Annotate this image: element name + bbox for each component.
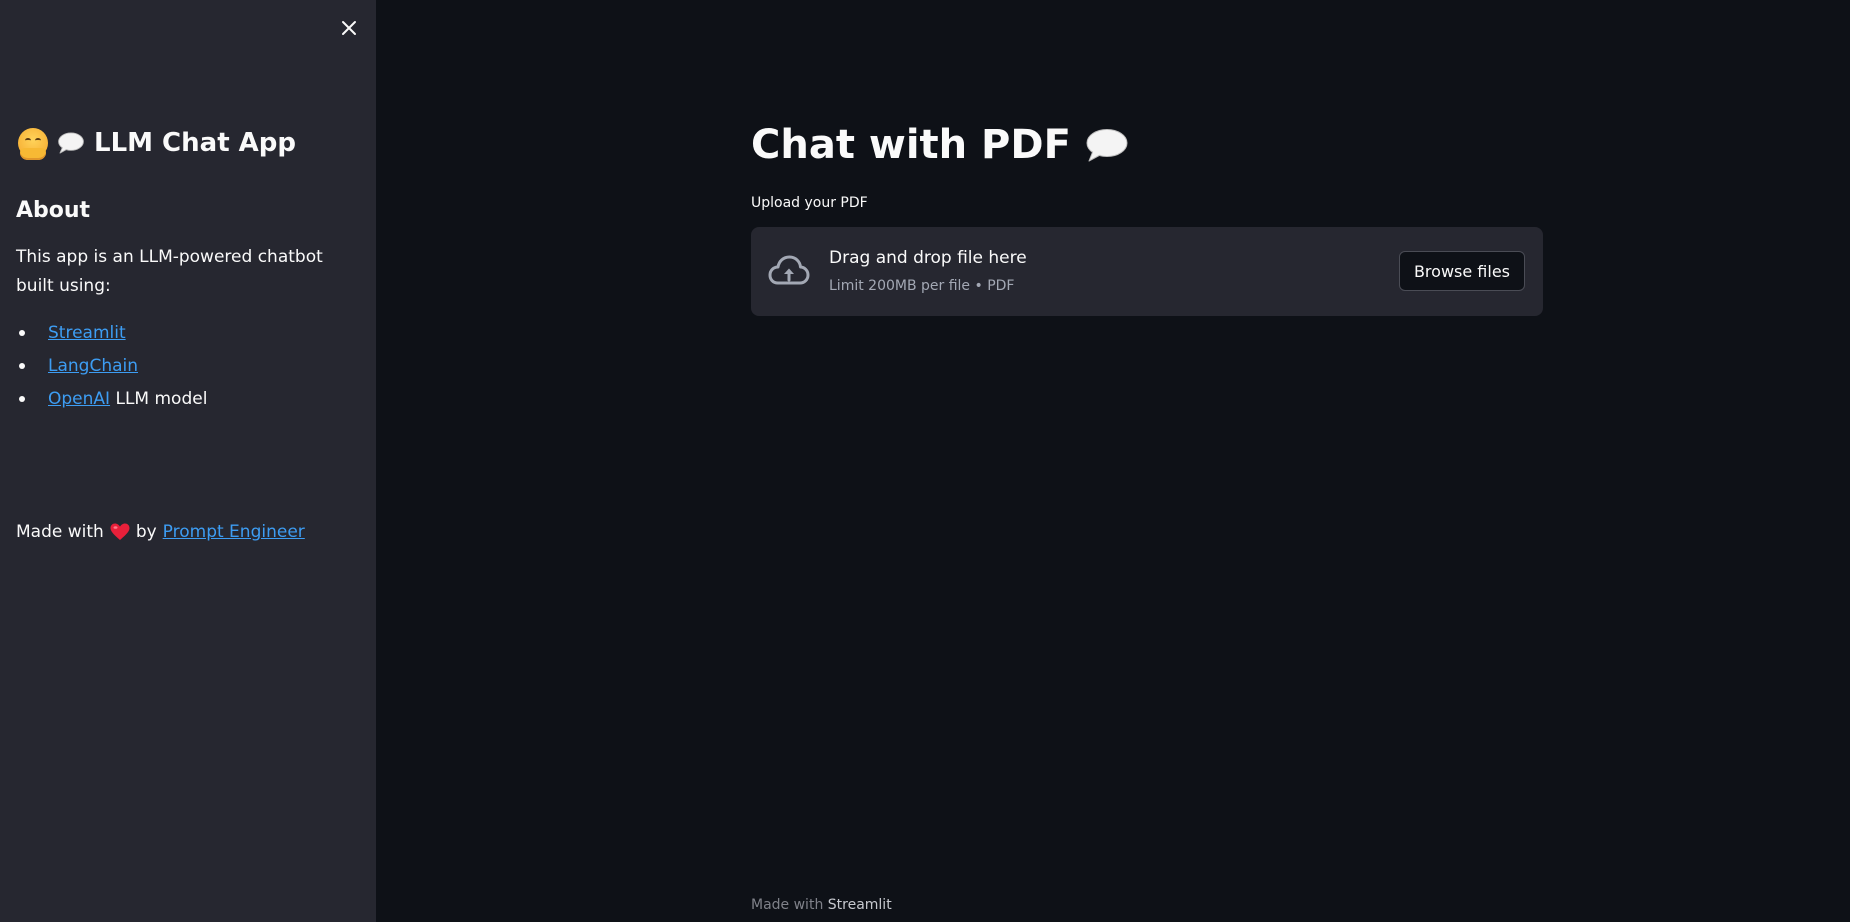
openai-link[interactable]: OpenAI xyxy=(48,389,110,409)
dropzone-limit: Limit 200MB per file • PDF xyxy=(829,278,1015,294)
main-content: Chat with PDF Upload your PDF Drag and d… xyxy=(376,0,1850,922)
langchain-link[interactable]: LangChain xyxy=(48,356,138,376)
speech-bubble-icon xyxy=(1086,129,1128,162)
list-item: LangChain xyxy=(16,353,207,386)
dropzone-title: Drag and drop file here xyxy=(829,248,1027,268)
footer-prefix: Made with xyxy=(751,897,824,913)
speech-bubble-icon xyxy=(58,132,84,154)
list-item-suffix: LLM model xyxy=(110,389,208,409)
streamlit-footer-link[interactable]: Streamlit xyxy=(828,897,892,913)
page-title: Chat with PDF xyxy=(751,122,1129,168)
about-text: This app is an LLM-powered chatbot built… xyxy=(16,247,323,296)
upload-label: Upload your PDF xyxy=(751,195,868,211)
list-item: Streamlit xyxy=(16,320,207,353)
page-title-text: Chat with PDF xyxy=(751,122,1071,168)
made-with-credit: Made with by Prompt Engineer xyxy=(16,522,305,542)
made-with-prefix: Made with xyxy=(16,522,104,542)
sidebar-title-text: LLM Chat App xyxy=(94,128,297,158)
footer: Made with Streamlit xyxy=(751,897,892,913)
cloud-upload-icon xyxy=(768,255,810,285)
close-sidebar-button[interactable] xyxy=(334,13,364,43)
list-item: OpenAI LLM model xyxy=(16,386,207,419)
file-dropzone[interactable]: Drag and drop file here Limit 200MB per … xyxy=(751,227,1543,316)
heart-icon xyxy=(110,523,130,540)
sidebar-title: LLM Chat App xyxy=(18,128,297,160)
sidebar: LLM Chat App About This app is an LLM-po… xyxy=(0,0,376,922)
about-heading: About xyxy=(16,198,91,223)
prompt-engineer-link[interactable]: Prompt Engineer xyxy=(163,522,305,542)
about-list: Streamlit LangChain OpenAI LLM model xyxy=(16,320,207,419)
browse-files-button[interactable]: Browse files xyxy=(1398,251,1525,291)
hugging-face-icon xyxy=(18,128,48,160)
close-icon xyxy=(342,21,356,35)
app-root: LLM Chat App About This app is an LLM-po… xyxy=(0,0,1850,922)
streamlit-link[interactable]: Streamlit xyxy=(48,323,126,343)
made-with-by: by xyxy=(135,522,157,542)
